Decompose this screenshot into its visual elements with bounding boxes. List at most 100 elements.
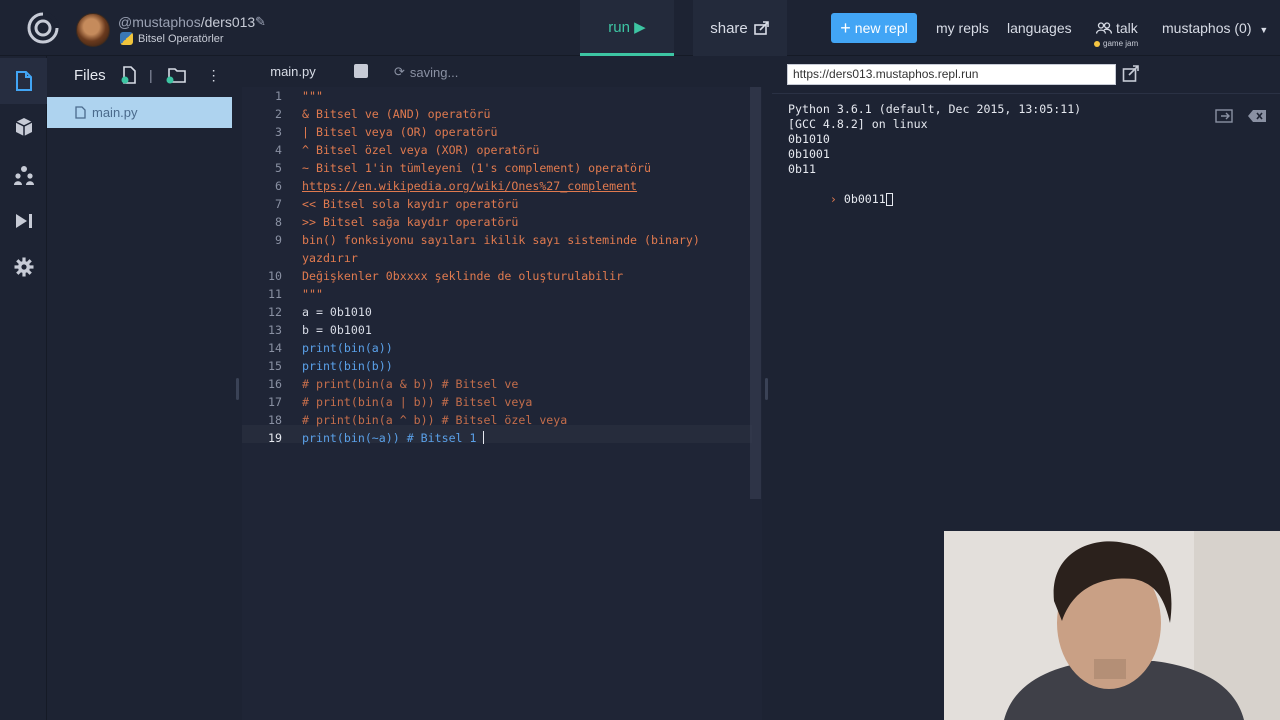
console-input[interactable]: 0b0011 xyxy=(844,192,886,206)
file-icon xyxy=(75,106,86,119)
tab-main-py[interactable]: main.py xyxy=(242,56,344,87)
url-bar: https://ders013.mustaphos.repl.run xyxy=(772,56,1280,94)
line-number: 8 xyxy=(275,215,282,229)
line-number: 11 xyxy=(268,287,282,301)
users-icon xyxy=(1096,22,1112,34)
prompt-chevron-icon: › xyxy=(829,192,837,206)
run-button[interactable]: run ▶ xyxy=(580,0,674,56)
rail-settings[interactable] xyxy=(0,244,47,290)
resize-handle-left[interactable] xyxy=(236,378,239,400)
files-actions: | ⋮ xyxy=(121,66,221,84)
code-line: b = 0b1001 xyxy=(302,323,372,337)
line-number: 18 xyxy=(268,413,282,427)
code-line: print(bin(b)) xyxy=(302,359,393,373)
rail-multiplayer[interactable] xyxy=(0,152,47,198)
files-panel: Files | ⋮ main.py xyxy=(47,56,233,720)
more-options-icon[interactable]: ⋮ xyxy=(207,67,221,84)
line-number: 19 xyxy=(268,431,282,445)
rail-files[interactable] xyxy=(0,58,47,104)
console-line: 0b1001 xyxy=(788,147,830,161)
presenter-video-image xyxy=(944,531,1280,720)
new-repl-button[interactable]: + new repl xyxy=(831,13,917,43)
python-icon xyxy=(120,32,133,45)
my-repls-link[interactable]: my repls xyxy=(936,20,989,36)
terminal-cursor xyxy=(885,193,893,206)
format-code-icon[interactable] xyxy=(354,64,368,78)
console-input-line[interactable]: › 0b0011 xyxy=(788,177,893,222)
line-number: 13 xyxy=(268,323,282,337)
user-menu-label: mustaphos (0) xyxy=(1162,20,1252,36)
code-line: bin() fonksiyonu sayıları ikilik sayı si… xyxy=(302,233,700,247)
divider: | xyxy=(149,67,153,83)
code-line: Değişkenler 0bxxxx şeklinde de oluşturul… xyxy=(302,269,624,283)
code-line: # print(bin(a ^ b)) # Bitsel özel veya xyxy=(302,413,568,427)
languages-link[interactable]: languages xyxy=(1007,20,1072,36)
line-number: 2 xyxy=(275,107,282,121)
repl-language: Bitsel Operatörler xyxy=(120,32,224,45)
rail-debugger[interactable] xyxy=(0,198,47,244)
user-menu[interactable]: mustaphos (0) ▼ xyxy=(1162,20,1268,36)
line-number: 6 xyxy=(275,179,282,193)
user-avatar[interactable] xyxy=(76,13,110,47)
file-icon xyxy=(15,71,32,91)
replit-logo-icon[interactable] xyxy=(26,11,60,45)
console-line: 0b1010 xyxy=(788,132,830,146)
edit-pencil-icon[interactable]: ✎ xyxy=(255,14,266,30)
line-number: 4 xyxy=(275,143,282,157)
code-line: # print(bin(a | b)) # Bitsel veya xyxy=(302,395,533,409)
code-line: << Bitsel sola kaydır operatörü xyxy=(302,197,519,211)
line-number: 14 xyxy=(268,341,282,355)
line-number: 3 xyxy=(275,125,282,139)
exit-icon[interactable] xyxy=(1215,109,1235,123)
code-line: a = 0b1010 xyxy=(302,305,372,319)
multiplayer-icon xyxy=(13,166,34,185)
game-jam-badge[interactable]: game jam xyxy=(1094,39,1138,48)
line-number: 7 xyxy=(275,197,282,211)
repl-url-field[interactable]: https://ders013.mustaphos.repl.run xyxy=(787,64,1116,85)
game-jam-label: game jam xyxy=(1103,39,1139,48)
save-status: ⟳ saving... xyxy=(394,64,458,80)
line-number: 12 xyxy=(268,305,282,319)
code-line: & Bitsel ve (AND) operatörü xyxy=(302,107,491,121)
file-item-main-py[interactable]: main.py xyxy=(47,97,232,128)
code-line: """ xyxy=(302,287,323,301)
share-button[interactable]: share xyxy=(693,0,787,56)
code-editor[interactable]: 1 2 3 4 5 6 7 8 9 10 11 12 13 14 15 16 1… xyxy=(242,87,762,720)
open-in-new-tab-icon[interactable] xyxy=(1122,65,1140,83)
code-link[interactable]: https://en.wikipedia.org/wiki/Ones%27_co… xyxy=(302,177,637,195)
resize-handle-right[interactable] xyxy=(765,378,768,400)
line-number: 16 xyxy=(268,377,282,391)
console-line: Python 3.6.1 (default, Dec 2015, 13:05:1… xyxy=(788,102,1082,116)
code-line: ^ Bitsel özel veya (XOR) operatörü xyxy=(302,143,540,157)
rail-packages[interactable] xyxy=(0,104,47,150)
editor-scrollbar[interactable] xyxy=(750,87,761,499)
line-number: 5 xyxy=(275,161,282,175)
top-bar: @mustaphos/ders013 ✎ Bitsel Operatörler … xyxy=(0,0,1280,56)
code-line: >> Bitsel sağa kaydır operatörü xyxy=(302,215,519,229)
repl-ide: @mustaphos/ders013 ✎ Bitsel Operatörler … xyxy=(0,0,1280,720)
line-number: 1 xyxy=(275,89,282,103)
share-icon xyxy=(753,21,769,35)
text-cursor xyxy=(483,431,484,444)
caret-down-icon: ▼ xyxy=(1259,25,1269,35)
code-line-wrap: yazdırır xyxy=(302,251,358,265)
line-number: 17 xyxy=(268,395,282,409)
webcam-overlay xyxy=(944,531,1280,720)
code-line: # print(bin(a & b)) # Bitsel ve xyxy=(302,377,519,391)
code-line: | Bitsel veya (OR) operatörü xyxy=(302,125,498,139)
code-line: """ xyxy=(302,89,323,103)
console-line: [GCC 4.8.2] on linux xyxy=(788,117,928,131)
line-number: 15 xyxy=(268,359,282,373)
talk-link[interactable]: talk xyxy=(1096,20,1138,36)
refresh-icon: ⟳ xyxy=(394,64,405,79)
repl-owner[interactable]: @mustaphos xyxy=(118,14,201,30)
repl-description: Bitsel Operatörler xyxy=(138,32,224,45)
repl-name[interactable]: /ders013 xyxy=(201,14,255,30)
clear-console-icon[interactable] xyxy=(1247,109,1267,123)
file-item-label: main.py xyxy=(92,105,138,120)
sidebar-rail xyxy=(0,56,47,720)
add-file-icon[interactable] xyxy=(121,66,137,84)
add-folder-icon[interactable] xyxy=(165,66,187,84)
share-label: share xyxy=(710,19,748,37)
code-line: print(bin(a)) xyxy=(302,341,393,355)
